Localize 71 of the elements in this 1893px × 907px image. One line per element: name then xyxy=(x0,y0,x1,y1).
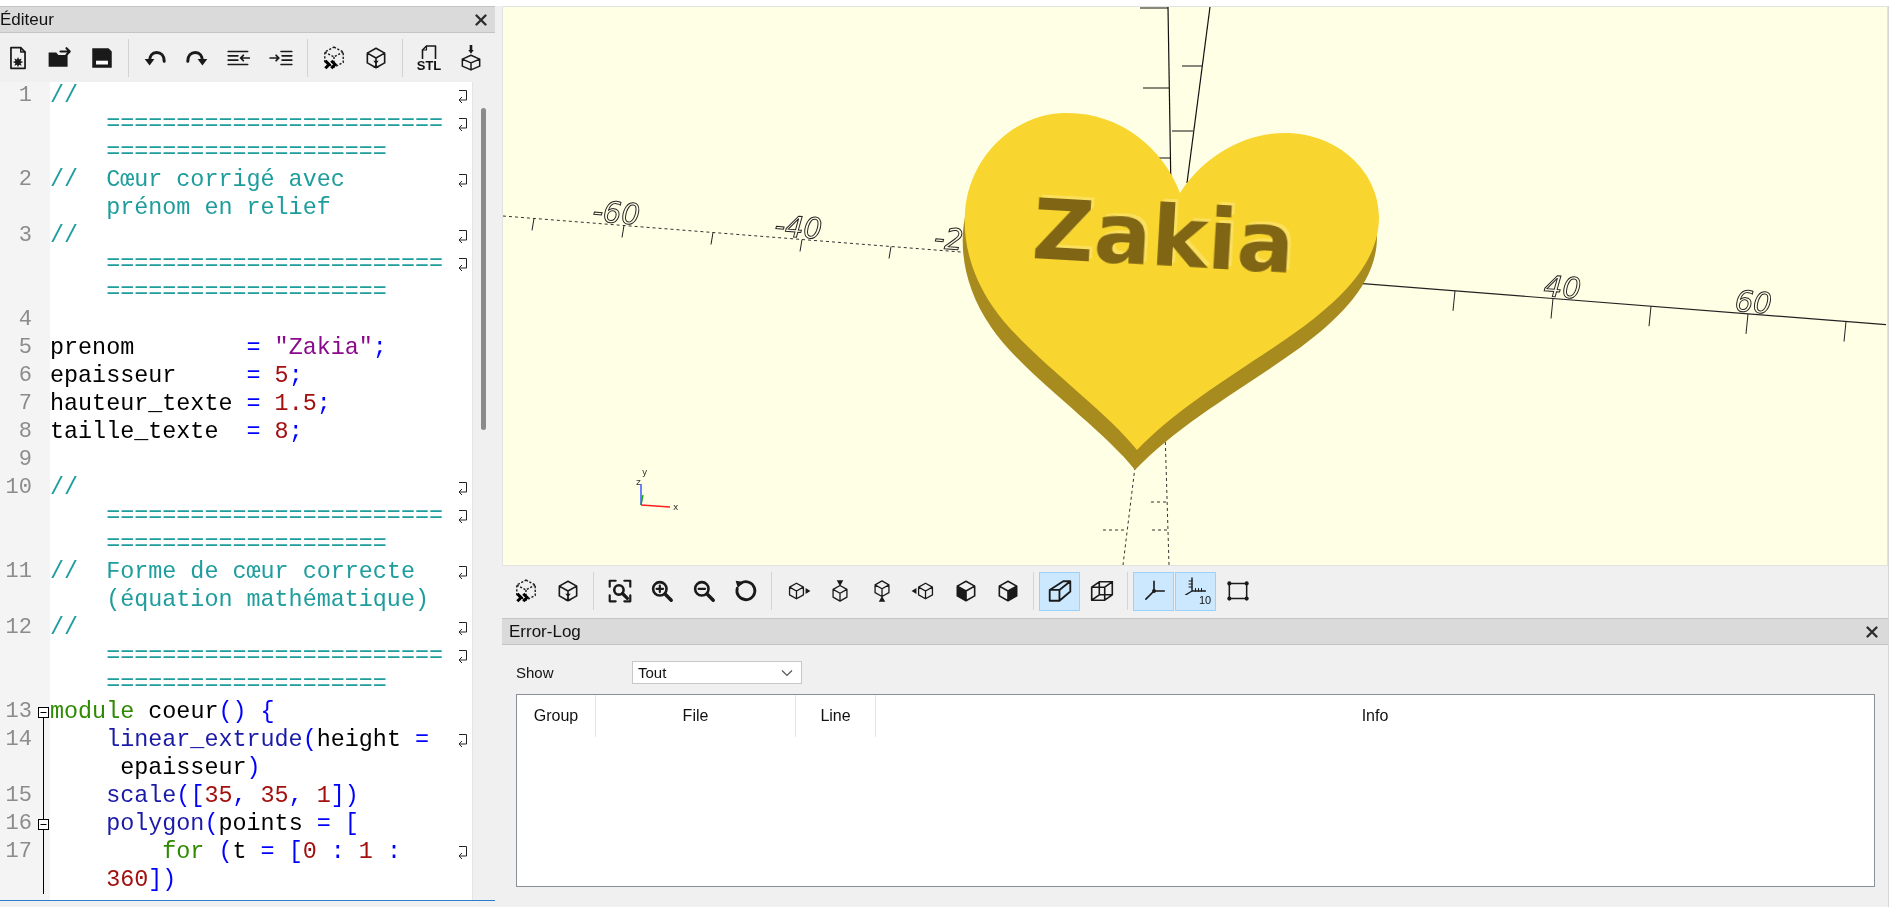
code-line: // ======================== ==================== xyxy=(50,614,445,698)
model-text: Zakia xyxy=(1029,180,1294,293)
axis-letter: y xyxy=(642,467,648,477)
line-number: 11 xyxy=(5,558,33,586)
column-header[interactable]: Group xyxy=(517,695,596,737)
panel-title: Error-Log xyxy=(509,621,581,642)
3d-viewport[interactable]: -60 -40 -2 40 60 Zakia y z x xyxy=(502,6,1888,566)
line-number: 4 xyxy=(18,306,33,334)
close-button[interactable] xyxy=(1866,625,1878,638)
line-number: 9 xyxy=(18,446,33,474)
code-line: polygon(points = [ xyxy=(105,810,360,838)
code-line: prenom = "Zakia"; xyxy=(50,334,388,362)
line-number: 7 xyxy=(18,390,33,418)
line-number: 8 xyxy=(18,418,33,446)
rectangle-corners-icon xyxy=(1224,578,1251,604)
circular-arrow-icon xyxy=(732,578,759,604)
line-number: 15 xyxy=(5,782,33,810)
close-icon xyxy=(1866,625,1878,638)
axis-label: 40 xyxy=(1542,268,1583,306)
dashed-cube-icon xyxy=(321,44,347,71)
code-line: // Cœur corrigé avec prénom en relief xyxy=(50,166,346,222)
document-corner-icon xyxy=(421,44,437,59)
line-number: 3 xyxy=(18,222,33,250)
code-line: // ======================== ==================== xyxy=(50,82,445,166)
chevron-down-icon xyxy=(781,668,793,677)
line-number: 17 xyxy=(5,838,33,866)
wireframe-cube-icon xyxy=(1088,578,1115,604)
line-number: 5 xyxy=(18,334,33,362)
column-header[interactable]: File xyxy=(596,695,796,737)
code-line: // ======================== ==================== xyxy=(50,222,445,306)
line-number: 14 xyxy=(5,726,33,754)
code-line: hauteur_texte = 1.5; xyxy=(50,390,332,418)
minus-box-icon[interactable] xyxy=(38,706,49,718)
panel-title: Éditeur xyxy=(0,9,54,30)
line-number: 13 xyxy=(5,698,33,726)
close-button[interactable] xyxy=(475,13,487,26)
show-label: Show xyxy=(516,664,555,681)
code-line: // ======================== ==================== xyxy=(50,474,445,558)
code-line: scale([35, 35, 1]) xyxy=(105,782,360,810)
line-number: 16 xyxy=(5,810,33,838)
code-line: module coeur() { xyxy=(50,698,276,726)
scrollbar-thumb[interactable] xyxy=(481,108,486,430)
show-axes-button[interactable] xyxy=(1133,571,1174,611)
axis-letter: x xyxy=(673,502,679,512)
line-number: 10 xyxy=(5,474,33,502)
export-stl-button[interactable]: STL xyxy=(411,37,447,78)
minus-box-icon[interactable] xyxy=(38,818,49,830)
line-number: 1 xyxy=(18,82,33,110)
axis-label: 60 xyxy=(1733,283,1774,321)
code-line: for (t = [0 : 1 : 360]) xyxy=(105,838,402,894)
line-number: 12 xyxy=(5,614,33,642)
column-header[interactable]: Line xyxy=(796,695,876,737)
code-line: linear_extrude(height = epaisseur) xyxy=(105,726,431,782)
axis-label: -2 xyxy=(933,220,965,258)
filter-dropdown[interactable]: Tout xyxy=(632,661,802,684)
axes-gizmo-icon xyxy=(640,483,671,508)
scale-markers-button[interactable]: 10 xyxy=(1175,571,1216,611)
code-line: taille_texte = 8; xyxy=(50,418,304,446)
column-header[interactable]: Info xyxy=(876,695,1874,737)
code-line: // Forme de cœur correcte (équation mathématique) xyxy=(50,558,430,614)
perspective-icon xyxy=(1046,578,1073,604)
code-line: epaisseur = 5; xyxy=(50,362,304,390)
close-icon xyxy=(475,13,487,26)
axis-label: -60 xyxy=(591,194,642,232)
line-number: 6 xyxy=(18,362,33,390)
axis-label: -40 xyxy=(773,208,824,247)
perspective-button[interactable] xyxy=(1039,571,1080,611)
scale-axes-icon xyxy=(1184,576,1206,595)
line-number: 2 xyxy=(18,166,33,194)
axis-letter: z xyxy=(636,477,641,487)
zoom-fit-icon xyxy=(606,578,633,604)
